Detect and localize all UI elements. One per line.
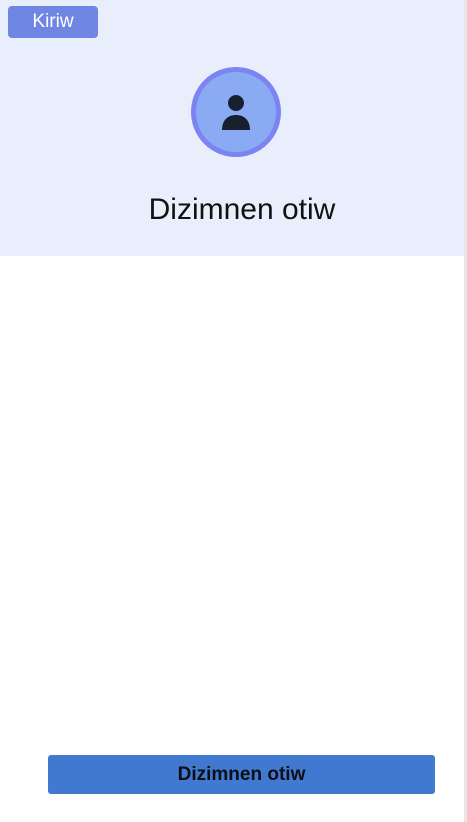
avatar (191, 67, 281, 157)
register-button[interactable]: Dizimnen otiw (48, 755, 435, 794)
header-panel: Kiriw Dizimnen otiw (0, 0, 464, 256)
person-icon (219, 93, 253, 131)
registration-screen: Kiriw Dizimnen otiw Dizimnen otiw (0, 0, 467, 822)
login-button[interactable]: Kiriw (8, 6, 98, 38)
page-title: Dizimnen otiw (148, 193, 336, 226)
